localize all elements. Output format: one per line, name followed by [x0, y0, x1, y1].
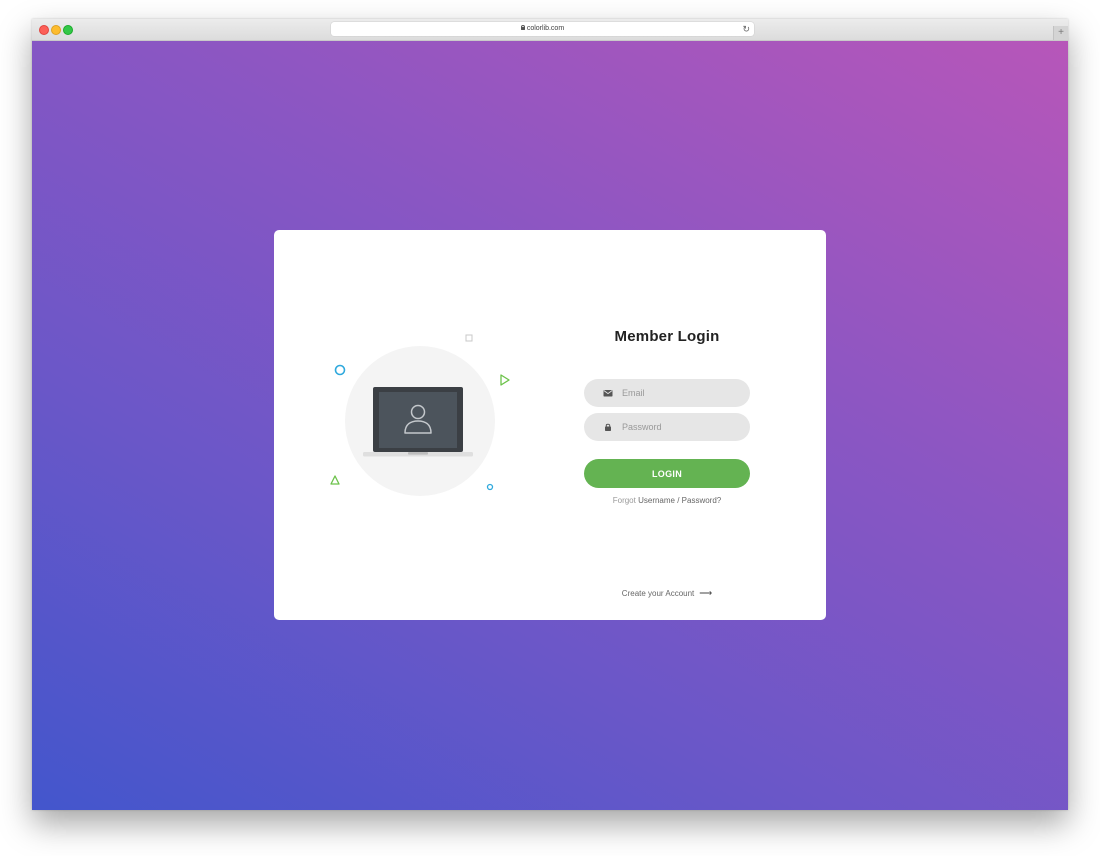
url-label: colorlib.com [526, 25, 565, 32]
maximize-window-button[interactable] [63, 25, 73, 35]
forgot-prefix: Forgot [612, 496, 636, 505]
minimize-window-button[interactable] [51, 25, 61, 35]
close-window-button[interactable] [39, 25, 49, 35]
address-bar[interactable]: colorlib.com ↻ [331, 22, 754, 36]
email-input[interactable] [622, 379, 740, 407]
login-button[interactable]: LOGIN [584, 459, 750, 488]
reload-icon[interactable]: ↻ [742, 24, 750, 34]
email-field-container[interactable] [584, 379, 750, 407]
decor-dot-icon [486, 483, 494, 491]
login-card: Member Login LOGIN Forgot Username / Pas… [274, 230, 826, 620]
forgot-credentials: Forgot Username / Password? [574, 496, 760, 505]
browser-titlebar: colorlib.com ↻ + [32, 19, 1068, 41]
decor-circle-icon [334, 364, 346, 376]
decor-play-triangle-icon [500, 374, 510, 386]
decor-square-icon [465, 334, 473, 342]
lock-icon [605, 423, 611, 431]
new-tab-button[interactable]: + [1053, 26, 1068, 40]
decor-triangle-icon [330, 475, 340, 485]
page-background: Member Login LOGIN Forgot Username / Pas… [32, 41, 1068, 810]
create-account-label: Create your Account [621, 589, 695, 598]
page-title: Member Login [614, 328, 720, 345]
envelope-icon [603, 390, 613, 397]
forgot-credentials-link[interactable]: Username / Password? [638, 496, 721, 505]
address-bar-text: colorlib.com [331, 22, 754, 36]
laptop-user-icon [363, 387, 473, 457]
browser-window: colorlib.com ↻ + Member Login Email LOGI… [32, 19, 1068, 810]
lock-icon [520, 24, 526, 30]
password-input[interactable] [622, 413, 740, 441]
arrow-right-icon: ⟶ [699, 588, 713, 598]
create-account-link[interactable]: Create your Account ⟶ [574, 588, 760, 599]
password-field-container[interactable] [584, 413, 750, 441]
